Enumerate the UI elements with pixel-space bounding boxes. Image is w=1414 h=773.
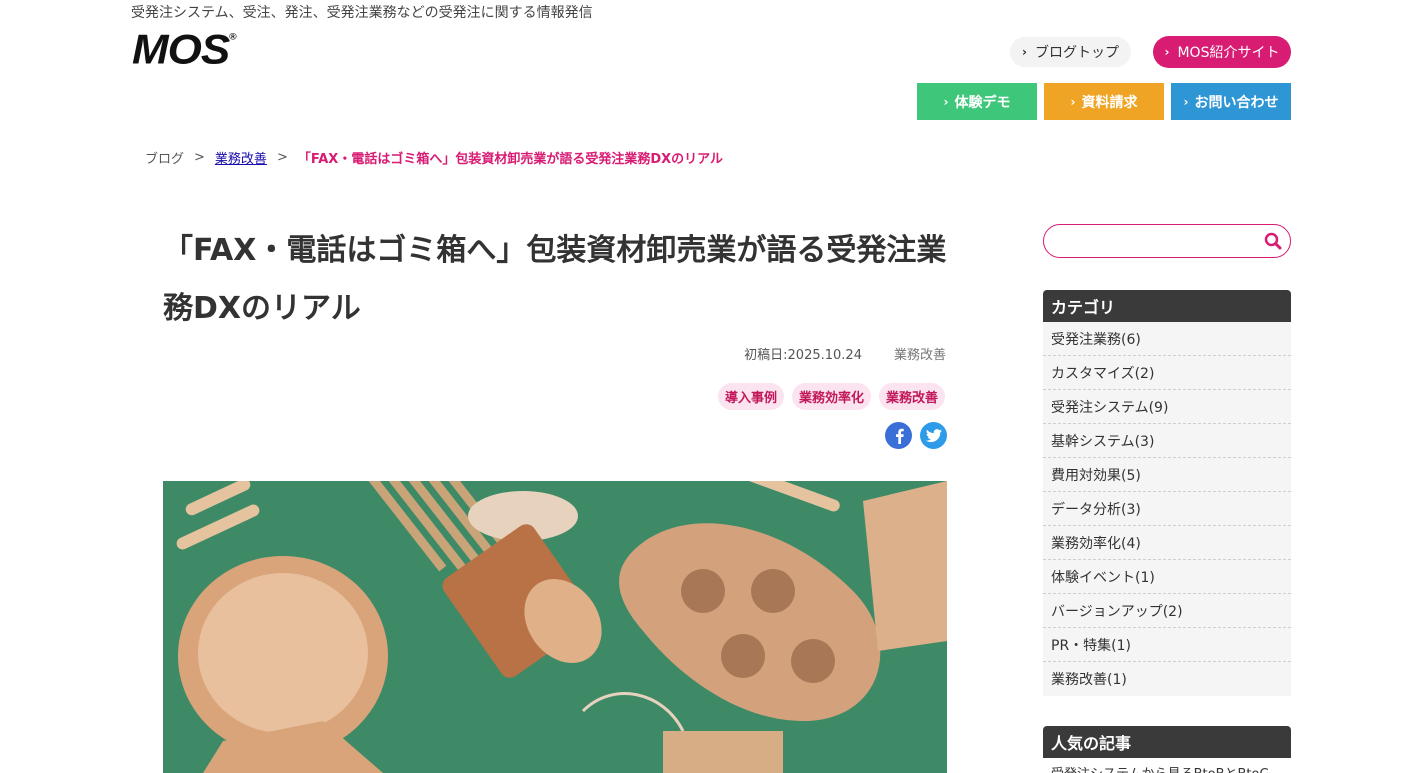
chevron-right-icon: ›: [1164, 45, 1170, 59]
search-icon[interactable]: [1264, 232, 1282, 250]
category-list: 受発注業務(6) カスタマイズ(2) 受発注システム(9) 基幹システム(3) …: [1043, 322, 1291, 696]
tag-case-study[interactable]: 導入事例: [717, 383, 784, 410]
registered-mark: ®: [229, 31, 236, 43]
breadcrumb-separator: >: [194, 150, 205, 165]
contact-button[interactable]: › お問い合わせ: [1171, 83, 1291, 120]
popular-heading: 人気の記事: [1043, 726, 1291, 758]
article-date: 初稿日:2025.10.24: [744, 348, 862, 363]
facebook-share-button[interactable]: [885, 422, 912, 449]
category-item[interactable]: カスタマイズ(2): [1043, 356, 1291, 390]
category-item[interactable]: 受発注業務(6): [1043, 322, 1291, 356]
twitter-icon: [925, 428, 942, 442]
category-heading: カテゴリ: [1043, 290, 1291, 322]
chevron-right-icon: ›: [1070, 94, 1076, 109]
category-item[interactable]: 業務効率化(4): [1043, 526, 1291, 560]
logo-text: MOS: [132, 26, 230, 73]
mos-site-link[interactable]: › MOS紹介サイト: [1153, 36, 1291, 68]
breadcrumb-category[interactable]: 業務改善: [215, 148, 267, 167]
breadcrumb: ブログ > 業務改善 > 「FAX・電話はゴミ箱へ」包装資材卸売業が語る受発注業…: [145, 148, 723, 167]
docs-request-button[interactable]: › 資料請求: [1044, 83, 1164, 120]
chevron-right-icon: ›: [943, 94, 949, 109]
category-item[interactable]: 受発注システム(9): [1043, 390, 1291, 424]
contact-label: お問い合わせ: [1194, 94, 1279, 111]
popular-article-link[interactable]: 受発注システムから見るBtoBとBtoC: [1051, 763, 1291, 773]
demo-label: 体験デモ: [954, 94, 1011, 111]
tag-efficiency[interactable]: 業務効率化: [791, 383, 871, 410]
site-tagline: 受発注システム、受注、発注、受発注業務などの受発注に関する情報発信: [131, 5, 593, 21]
category-item[interactable]: データ分析(3): [1043, 492, 1291, 526]
category-item[interactable]: 業務改善(1): [1043, 662, 1291, 696]
category-item[interactable]: バージョンアップ(2): [1043, 594, 1291, 628]
search-input[interactable]: [1058, 225, 1268, 255]
chevron-right-icon: ›: [1183, 94, 1189, 109]
twitter-share-button[interactable]: [920, 422, 947, 449]
article-tags: 導入事例 業務効率化 業務改善: [717, 383, 945, 410]
hero-illustration: [163, 481, 947, 773]
category-item[interactable]: 基幹システム(3): [1043, 424, 1291, 458]
blog-top-label: ブログトップ: [1034, 45, 1119, 61]
demo-button[interactable]: › 体験デモ: [917, 83, 1037, 120]
category-item[interactable]: PR・特集(1): [1043, 628, 1291, 662]
chevron-right-icon: ›: [1022, 45, 1027, 59]
article-category[interactable]: 業務改善: [894, 344, 946, 363]
category-item[interactable]: 体験イベント(1): [1043, 560, 1291, 594]
tag-improvement[interactable]: 業務改善: [878, 383, 945, 410]
breadcrumb-home[interactable]: ブログ: [145, 148, 184, 167]
article-meta: 初稿日:2025.10.24 業務改善: [744, 344, 946, 363]
breadcrumb-current: 「FAX・電話はゴミ箱へ」包装資材卸売業が語る受発注業務DXのリアル: [297, 152, 724, 167]
search-box: [1043, 224, 1291, 258]
article-hero-image: [163, 481, 947, 773]
docs-label: 資料請求: [1081, 94, 1138, 111]
mos-site-label: MOS紹介サイト: [1177, 45, 1280, 61]
breadcrumb-separator: >: [276, 150, 288, 165]
category-item[interactable]: 費用対効果(5): [1043, 458, 1291, 492]
blog-top-link[interactable]: › ブログトップ: [1010, 37, 1131, 67]
mos-logo[interactable]: MOS®: [132, 26, 237, 73]
facebook-icon: [895, 428, 904, 444]
article-title: 「FAX・電話はゴミ箱へ」包装資材卸売業が語る受発注業務DXのリアル: [163, 233, 947, 326]
